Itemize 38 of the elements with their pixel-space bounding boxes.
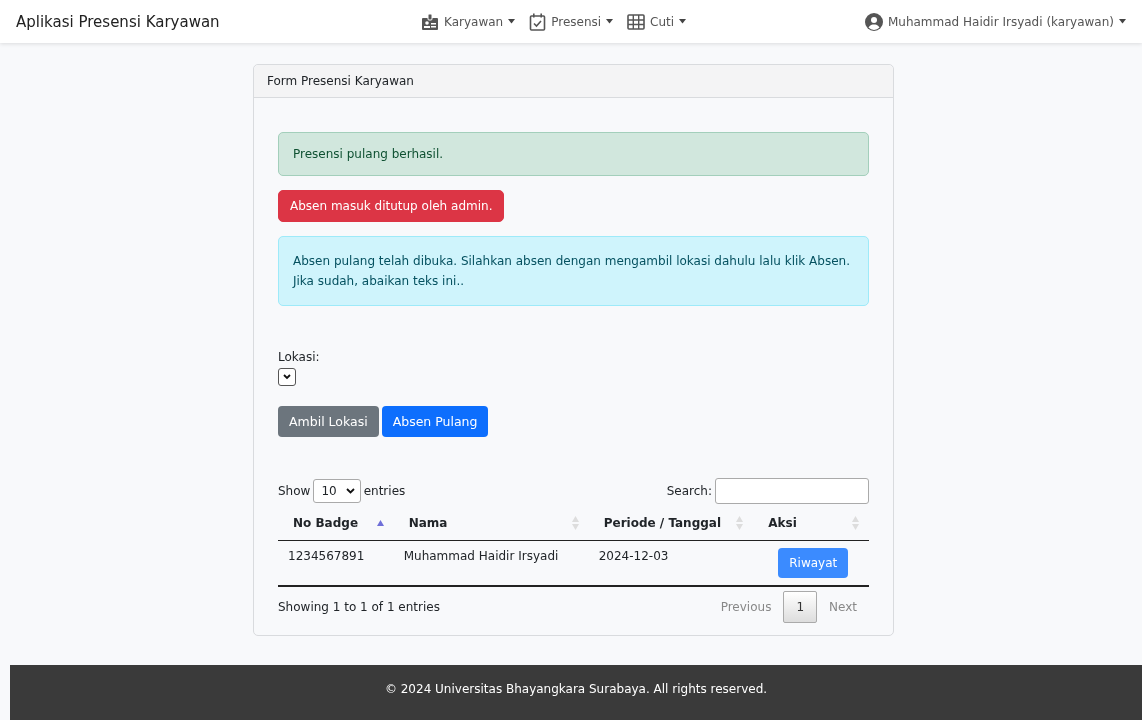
caret-icon — [679, 19, 687, 24]
chevron-down-icon — [345, 488, 355, 494]
card-header: Form Presensi Karyawan — [254, 65, 893, 98]
nav-menu[interactable]: Cuti — [627, 13, 687, 30]
success-alert: Presensi pulang berhasil. — [278, 132, 869, 176]
calendar-check-icon — [529, 12, 547, 31]
field-label: Lokasi: — [278, 350, 321, 364]
page-size-select[interactable]: 10 — [313, 479, 361, 503]
table-cell: 2024-12-03 — [588, 540, 754, 586]
length-label: entries — [363, 484, 406, 498]
nav-menu[interactable]: Presensi — [529, 12, 614, 31]
app-title: Aplikasi Presensi Karyawan — [16, 12, 220, 31]
column-header[interactable]: Nama — [393, 507, 589, 541]
chevron-down-icon — [283, 374, 291, 380]
footer-text: © 2024 Universitas Bhayangkara Surabaya. All rights reserved. — [384, 682, 768, 696]
id-card-icon — [421, 12, 439, 31]
user-menu[interactable]: Muhammad Haidir Irsyadi (karyawan) — [864, 12, 1126, 31]
column-header[interactable]: No Badge — [278, 507, 394, 541]
length-label: Show — [278, 484, 311, 498]
grid-icon — [627, 13, 646, 30]
table-cell: Muhammad Haidir Irsyadi — [393, 540, 589, 586]
submit-button[interactable]: Absen Pulang — [381, 406, 489, 437]
page-button[interactable]: 1 — [783, 591, 818, 623]
location-button[interactable]: Ambil Lokasi — [278, 406, 379, 437]
table-info: Showing 1 to 1 of 1 entries — [278, 600, 440, 614]
caret-icon — [508, 19, 516, 24]
danger-alert: Absen masuk ditutup oleh admin. — [278, 190, 505, 222]
caret-icon — [606, 19, 614, 24]
user-avatar-icon — [864, 12, 883, 31]
search-label: Search: — [666, 484, 712, 498]
location-select[interactable] — [278, 368, 296, 386]
column-header[interactable]: Aksi — [753, 507, 869, 541]
caret-icon — [1119, 19, 1126, 24]
table-cell: 1234567891 — [278, 540, 394, 586]
info-alert: Absen pulang telah dibuka. Silahkan absen dengan mengambil lokasi dahulu lalu klik Absen. Jika sudah, abaikan teks ini.. — [278, 236, 869, 306]
search-field[interactable] — [715, 478, 869, 504]
nav-menu[interactable]: Karyawan — [421, 12, 516, 31]
column-header[interactable]: Periode / Tanggal — [588, 507, 754, 541]
